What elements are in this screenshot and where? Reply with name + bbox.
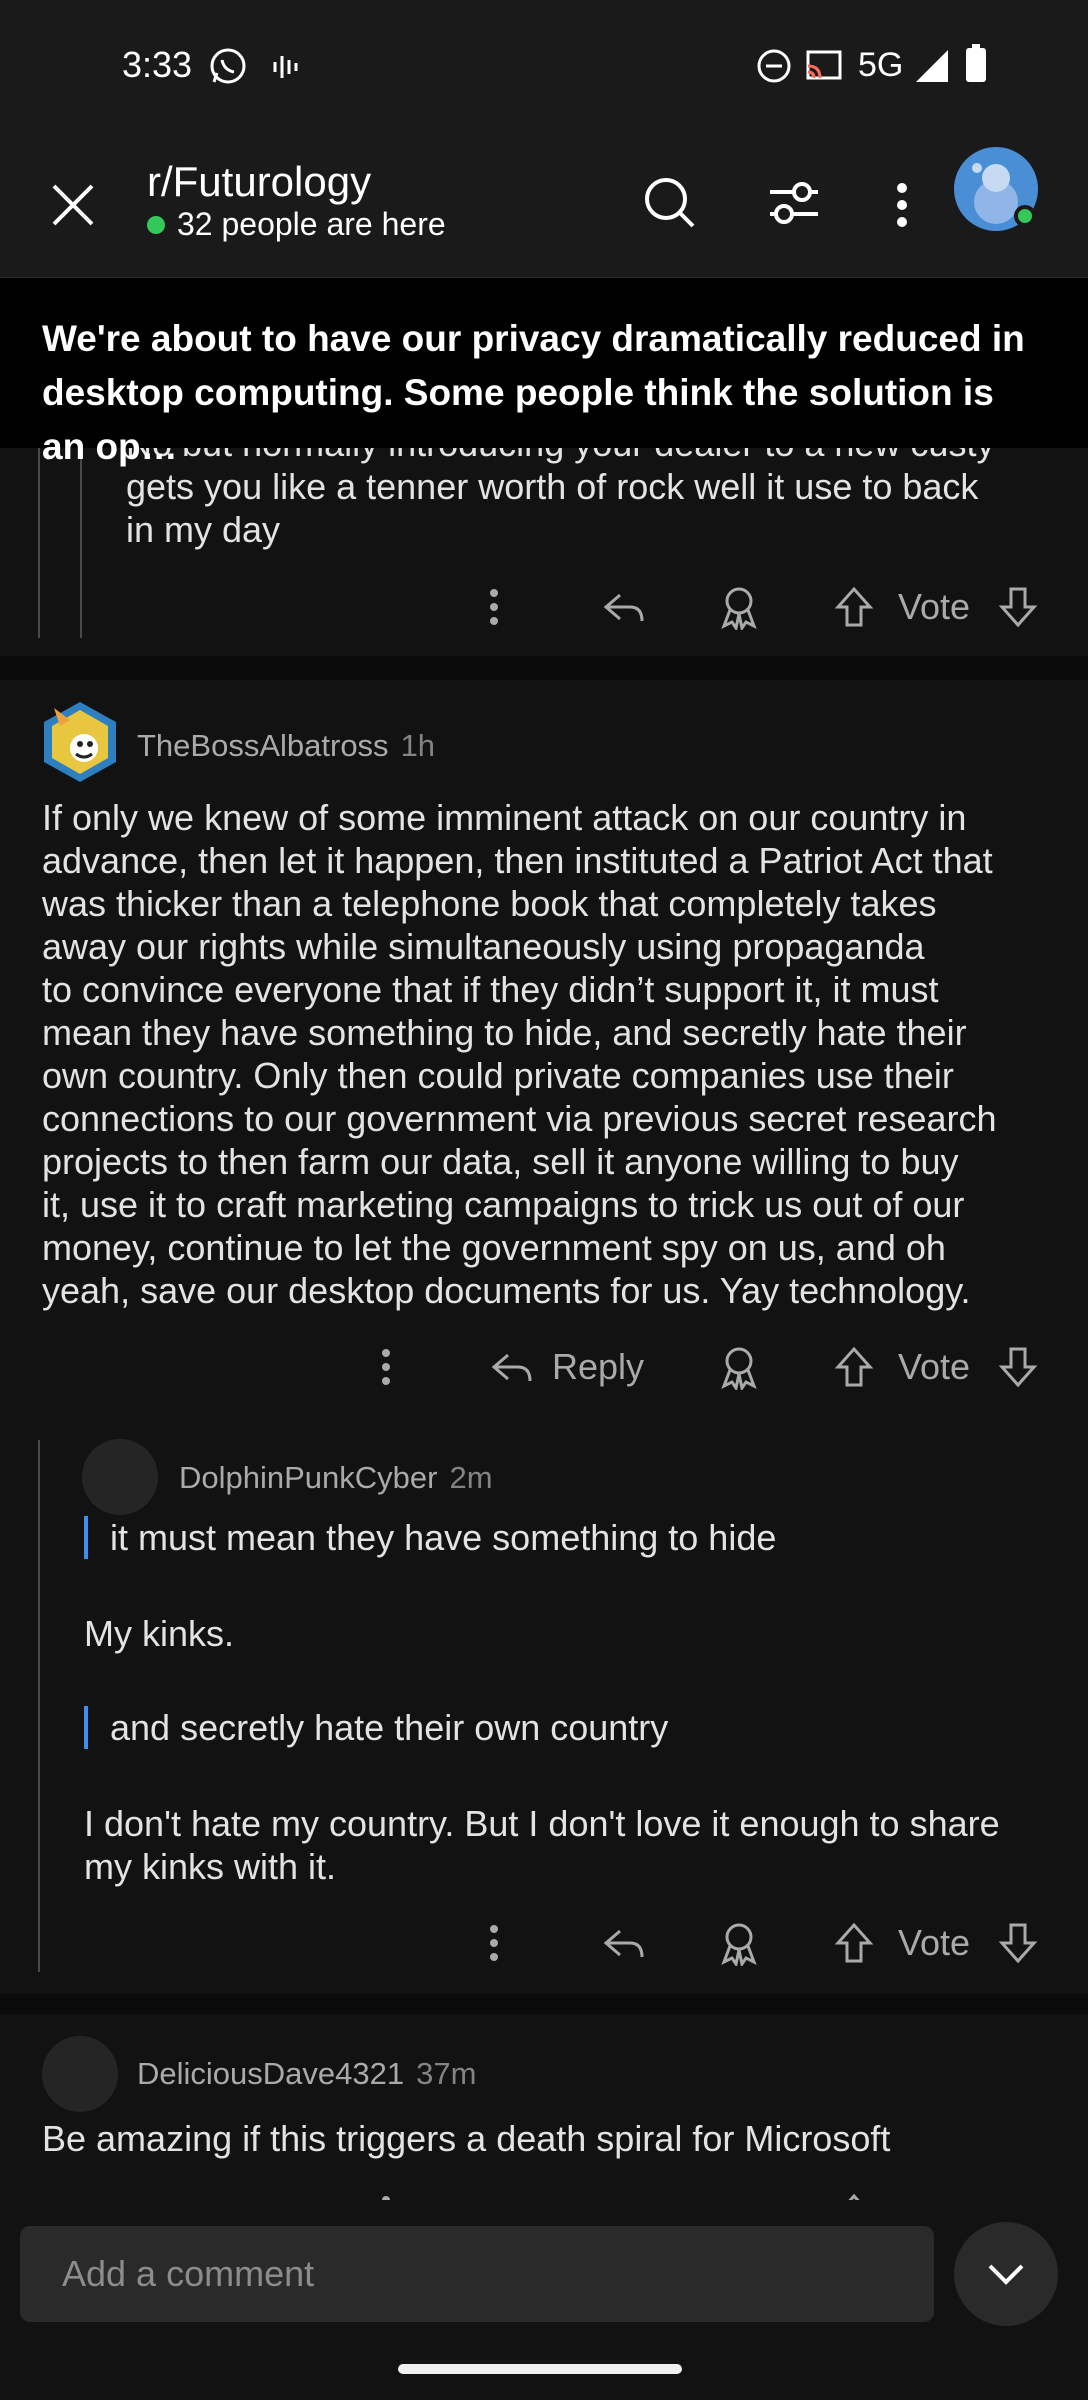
award-icon[interactable] — [716, 577, 762, 637]
downvote-icon[interactable] — [998, 1913, 1038, 1973]
cast-icon — [804, 48, 844, 84]
comment-paragraph: I don't hate my country. But I don't lov… — [84, 1802, 1064, 1888]
vote-label: Vote — [898, 1337, 970, 1397]
vote-count: Vote — [898, 1346, 971, 1387]
blockquote: it must mean they have something to hide — [84, 1516, 1044, 1559]
subreddit-name[interactable]: r/Futurology — [147, 158, 371, 206]
comment-separator — [0, 656, 1088, 680]
downvote-icon[interactable] — [998, 1337, 1038, 1397]
comment-username[interactable]: DolphinPunkCyber — [179, 1460, 437, 1496]
comment-meta: DeliciousDave4321 37m — [137, 2056, 476, 2092]
downvote-icon[interactable] — [998, 577, 1038, 637]
comment-line: yeah, save our desktop documents for us.… — [42, 1270, 971, 1311]
comment-line: If only we knew of some imminent attack … — [42, 797, 967, 838]
reply-button[interactable]: Reply — [490, 1337, 644, 1397]
reply-icon[interactable] — [602, 577, 646, 637]
comment-line: in my day — [126, 509, 281, 550]
award-icon[interactable] — [716, 1337, 762, 1397]
comment-line: mean they have something to hide, and se… — [42, 1012, 967, 1053]
comment-actions: Vote — [0, 577, 1088, 637]
comment-actions: Vote — [0, 1913, 1088, 1973]
audio-wave-icon — [270, 50, 304, 84]
comment-line: money, continue to let the government sp… — [42, 1227, 946, 1268]
do-not-disturb-icon — [756, 48, 792, 84]
online-indicator: 32 people are here — [147, 206, 446, 243]
vote-label: Vote — [898, 577, 970, 637]
comment-line: connections to our government via previo… — [42, 1098, 997, 1139]
comment-meta: TheBossAlbatross 1h — [137, 728, 435, 764]
quote-text: it must mean they have something to hide — [110, 1517, 777, 1558]
vote-count: Vote — [898, 1922, 971, 1963]
comment-line: to convince everyone that if they didn’t… — [42, 969, 939, 1010]
upvote-icon[interactable] — [834, 1913, 874, 1973]
comment-line: advance, then let it happen, then instit… — [42, 840, 993, 881]
online-dot — [147, 215, 165, 234]
comment-username[interactable]: DeliciousDave4321 — [137, 2056, 404, 2092]
collapse-button[interactable] — [954, 2222, 1058, 2326]
comment-line: my kinks with it. — [84, 1846, 337, 1887]
chevron-down-icon — [988, 2264, 1024, 2285]
comment-age: 37m — [416, 2056, 477, 2091]
reply-icon[interactable] — [602, 1913, 646, 1973]
comment-line: own country. Only then could private com… — [42, 1055, 954, 1096]
user-avatar[interactable] — [40, 700, 120, 784]
comment-line: I don't hate my country. But I don't lov… — [84, 1803, 1000, 1844]
comment-line: was thicker than a telephone book that c… — [42, 883, 937, 924]
avatar[interactable] — [953, 146, 1039, 232]
status-time: 3:33 — [122, 44, 193, 85]
online-count: 32 people are here — [177, 206, 446, 242]
comment-line: projects to then farm our data, sell it … — [42, 1141, 959, 1182]
comment-username[interactable]: TheBossAlbatross — [137, 728, 389, 764]
vote-count: Vote — [898, 586, 971, 627]
comment-paragraph: My kinks. — [84, 1613, 235, 1654]
reply-icon — [491, 1353, 532, 1382]
post-title-banner[interactable]: We're about to have our privacy dramatic… — [0, 278, 1088, 467]
comment-age: 2m — [449, 1460, 493, 1495]
comment-body: If only we knew of some imminent attack … — [42, 796, 1062, 1312]
filter-icon[interactable] — [768, 180, 820, 226]
quote-text: and secretly hate their own country — [110, 1707, 669, 1748]
comment-input[interactable] — [20, 2226, 934, 2322]
comment-separator — [0, 1994, 1088, 2014]
thread-line — [38, 1440, 40, 1972]
signal-icon — [914, 48, 950, 84]
comment-meta: DolphinPunkCyber 2m — [179, 1460, 493, 1496]
award-icon[interactable] — [716, 1913, 762, 1973]
app-header: r/Futurology 32 people are here — [0, 130, 1088, 278]
comment-body: Be amazing if this triggers a death spir… — [42, 2118, 891, 2159]
post-title: We're about to have our privacy dramatic… — [42, 318, 1025, 467]
network-label: 5G — [858, 46, 904, 84]
more-options-icon[interactable] — [488, 577, 500, 637]
user-avatar[interactable] — [82, 1439, 158, 1515]
more-vertical-icon[interactable] — [894, 182, 910, 228]
comment-age: 1h — [400, 728, 436, 763]
whatsapp-icon — [208, 46, 248, 86]
close-icon[interactable] — [50, 182, 96, 228]
user-avatar[interactable] — [42, 2036, 118, 2112]
upvote-icon[interactable] — [834, 577, 874, 637]
more-options-icon[interactable] — [488, 1913, 500, 1973]
blockquote: and secretly hate their own country — [84, 1706, 1044, 1749]
comment-actions: Reply Vote — [0, 1337, 1088, 1397]
vote-label: Vote — [898, 1913, 970, 1973]
comment-line: it, use it to craft marketing campaigns … — [42, 1184, 965, 1225]
more-options-icon[interactable] — [380, 1337, 392, 1397]
upvote-icon[interactable] — [834, 1337, 874, 1397]
search-icon[interactable] — [643, 176, 697, 230]
reply-label: Reply — [552, 1346, 645, 1387]
home-indicator[interactable] — [398, 2364, 682, 2374]
comment-line: away our rights while simultaneously usi… — [42, 926, 925, 967]
battery-icon — [964, 44, 988, 84]
status-bar: 3:33 5G — [0, 0, 1088, 130]
